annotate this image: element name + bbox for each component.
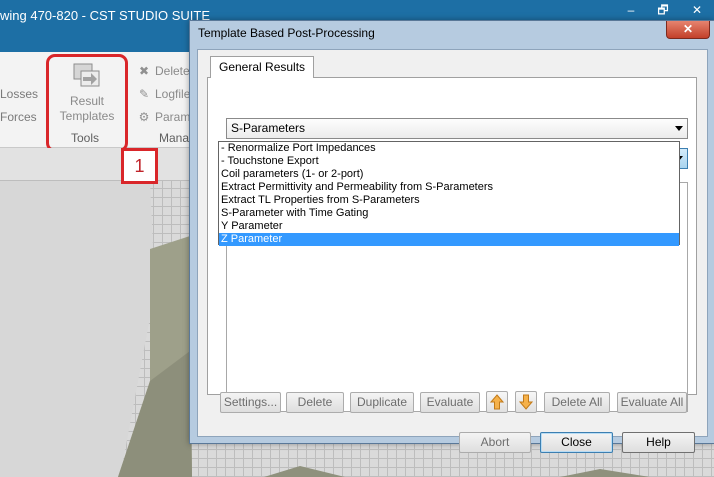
move-up-button[interactable] <box>486 391 508 413</box>
delete-small-label: Delete <box>155 64 190 78</box>
app-close-button[interactable]: ✕ <box>682 0 712 20</box>
dropdown-option[interactable]: Extract Permittivity and Permeability fr… <box>219 181 679 194</box>
dropdown-option[interactable]: Coil parameters (1- or 2-port) <box>219 168 679 181</box>
logfile-small-label: Logfile <box>155 87 191 101</box>
param-small-label: Param <box>155 110 191 124</box>
arrow-down-icon <box>519 394 533 410</box>
delete-all-button[interactable]: Delete All <box>544 392 610 413</box>
category-select-value: S-Parameters <box>231 121 306 135</box>
move-down-button[interactable] <box>515 391 537 413</box>
dialog-title: Template Based Post-Processing <box>198 26 375 40</box>
dropdown-option[interactable]: Extract TL Properties from S-Parameters <box>219 194 679 207</box>
duplicate-button[interactable]: Duplicate <box>350 392 414 413</box>
abort-button[interactable]: Abort <box>459 432 531 453</box>
dropdown-option[interactable]: - Renormalize Port Impedances <box>219 142 679 155</box>
dropdown-option[interactable]: Y Parameter <box>219 220 679 233</box>
app-title: wing 470-820 - CST STUDIO SUITE <box>0 8 210 23</box>
ribbon-item-forces[interactable]: Forces <box>0 110 37 124</box>
evaluate-button[interactable]: Evaluate <box>420 392 480 413</box>
dropdown-option[interactable]: - Touchstone Export <box>219 155 679 168</box>
minimize-button[interactable]: – <box>616 0 646 20</box>
help-button[interactable]: Help <box>622 432 695 453</box>
dropdown-option-selected[interactable]: Z Parameter <box>219 233 679 246</box>
arrow-up-icon <box>490 394 504 410</box>
evaluate-all-button[interactable]: Evaluate All <box>617 392 687 413</box>
chevron-down-icon <box>675 126 683 131</box>
restore-button[interactable]: 🗗 <box>648 0 678 20</box>
close-button[interactable]: Close <box>540 432 613 453</box>
manage-group-label: Mana <box>159 131 190 145</box>
step-callout: 1 <box>121 148 158 184</box>
settings-button[interactable]: Settings... <box>220 392 281 413</box>
dropdown-option[interactable]: S-Parameter with Time Gating <box>219 207 679 220</box>
highlight-box <box>46 54 128 152</box>
template-dropdown-list: - Renormalize Port Impedances - Touchsto… <box>218 141 680 246</box>
param-icon: ⚙ <box>138 110 150 124</box>
dialog-close-button[interactable]: ✕ <box>666 21 710 39</box>
delete-small-button[interactable]: ✖ Delete <box>137 64 190 78</box>
paperclip-icon: ✎ <box>138 87 150 101</box>
logfile-small-button[interactable]: ✎ Logfile <box>137 87 190 101</box>
delete-x-icon: ✖ <box>138 64 150 78</box>
delete-button[interactable]: Delete <box>286 392 344 413</box>
param-small-button[interactable]: ⚙ Param <box>137 110 191 124</box>
tab-general-results[interactable]: General Results <box>210 56 315 78</box>
ribbon-item-losses[interactable]: Losses <box>0 87 38 101</box>
category-select[interactable]: S-Parameters <box>226 118 688 139</box>
